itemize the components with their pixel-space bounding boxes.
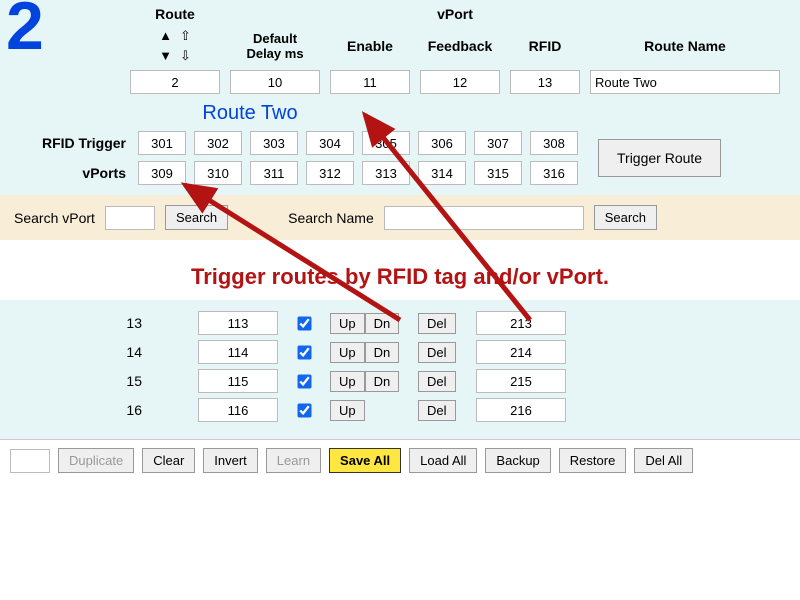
feedback-header: Feedback xyxy=(420,38,500,54)
trigger-route-button[interactable]: Trigger Route xyxy=(598,139,721,177)
route-arrows: ▲ ⇧ ▼ ⇩ xyxy=(130,28,220,64)
vport-0[interactable] xyxy=(138,161,186,185)
row-val-b[interactable] xyxy=(476,369,566,393)
rfid-trigger-6[interactable] xyxy=(474,131,522,155)
row-val-b[interactable] xyxy=(476,398,566,422)
save-all-button[interactable]: Save All xyxy=(329,448,401,473)
row-del-button[interactable]: Del xyxy=(418,371,456,392)
row-del-button[interactable]: Del xyxy=(418,400,456,421)
row-val-a[interactable] xyxy=(198,340,278,364)
rfid-trigger-1[interactable] xyxy=(194,131,242,155)
vport-6[interactable] xyxy=(474,161,522,185)
delay-field[interactable] xyxy=(230,70,320,94)
search-bar: Search vPort Search Search Name Search xyxy=(0,195,800,240)
row-checkbox[interactable] xyxy=(297,316,311,330)
header-row: Route vPort ▲ ⇧ ▼ ⇩ Default Delay ms Ena… xyxy=(130,6,790,64)
row-dn-button[interactable]: Dn xyxy=(365,313,400,334)
route-config-panel: 2 Route vPort ▲ ⇧ ▼ ⇩ Default Delay ms E… xyxy=(0,0,800,195)
move-down-outline-icon[interactable]: ⇩ xyxy=(180,48,191,64)
learn-button[interactable]: Learn xyxy=(266,448,321,473)
move-up-solid-icon[interactable]: ▲ xyxy=(159,28,172,44)
row-dn-button[interactable]: Dn xyxy=(365,371,400,392)
rfid-header: RFID xyxy=(510,38,580,54)
footer-bar: Duplicate Clear Invert Learn Save All Lo… xyxy=(0,439,800,481)
row-checkbox[interactable] xyxy=(297,345,311,359)
panel-number: 2 xyxy=(6,0,44,60)
table-row: 15 UpDn Del xyxy=(10,369,790,393)
vport-5[interactable] xyxy=(418,161,466,185)
route-values-row xyxy=(130,70,790,94)
route-header: Route xyxy=(130,6,220,22)
rfid-trigger-5[interactable] xyxy=(418,131,466,155)
vport-3[interactable] xyxy=(306,161,354,185)
search-name-label: Search Name xyxy=(288,210,374,226)
search-vport-input[interactable] xyxy=(105,206,155,230)
route-number-field[interactable] xyxy=(130,70,220,94)
vport-1[interactable] xyxy=(194,161,242,185)
row-del-button[interactable]: Del xyxy=(418,342,456,363)
annotation-caption: Trigger routes by RFID tag and/or vPort. xyxy=(0,240,800,300)
restore-button[interactable]: Restore xyxy=(559,448,627,473)
rfid-trigger-3[interactable] xyxy=(306,131,354,155)
route-name-field[interactable] xyxy=(590,70,780,94)
row-del-button[interactable]: Del xyxy=(418,313,456,334)
table-row: 13 UpDn Del xyxy=(10,311,790,335)
route-name-caption: Route Two xyxy=(130,102,370,125)
rfid-trigger-7[interactable] xyxy=(530,131,578,155)
row-up-button[interactable]: Up xyxy=(330,371,365,392)
rfid-trigger-0[interactable] xyxy=(138,131,186,155)
row-val-b[interactable] xyxy=(476,311,566,335)
rfid-trigger-label: RFID Trigger xyxy=(10,135,130,151)
enable-field[interactable] xyxy=(330,70,410,94)
row-val-a[interactable] xyxy=(198,311,278,335)
vport-2[interactable] xyxy=(250,161,298,185)
enable-header: Enable xyxy=(330,38,410,54)
search-name-button[interactable]: Search xyxy=(594,205,657,230)
row-number: 14 xyxy=(10,344,150,360)
clear-button[interactable]: Clear xyxy=(142,448,195,473)
table-row: 16 Up Del xyxy=(10,398,790,422)
row-up-button[interactable]: Up xyxy=(330,313,365,334)
table-row: 14 UpDn Del xyxy=(10,340,790,364)
rfid-trigger-2[interactable] xyxy=(250,131,298,155)
row-up-button[interactable]: Up xyxy=(330,400,365,421)
backup-button[interactable]: Backup xyxy=(485,448,550,473)
load-all-button[interactable]: Load All xyxy=(409,448,477,473)
rows-panel: 13UpDnDel14UpDnDel15UpDnDel16UpDel xyxy=(0,300,800,439)
vport-7[interactable] xyxy=(530,161,578,185)
move-up-outline-icon[interactable]: ⇧ xyxy=(180,28,191,44)
duplicate-button[interactable]: Duplicate xyxy=(58,448,134,473)
row-number: 13 xyxy=(10,315,150,331)
search-vport-button[interactable]: Search xyxy=(165,205,228,230)
search-vport-label: Search vPort xyxy=(14,210,95,226)
footer-input[interactable] xyxy=(10,449,50,473)
trigger-block: RFID Trigger Trigger Route vPorts xyxy=(10,131,790,185)
invert-button[interactable]: Invert xyxy=(203,448,258,473)
rfid-field[interactable] xyxy=(510,70,580,94)
routename-header: Route Name xyxy=(590,38,780,54)
search-name-input[interactable] xyxy=(384,206,584,230)
row-up-button[interactable]: Up xyxy=(330,342,365,363)
row-val-b[interactable] xyxy=(476,340,566,364)
vport-header: vPort xyxy=(330,6,580,22)
row-number: 16 xyxy=(10,402,150,418)
row-val-a[interactable] xyxy=(198,369,278,393)
row-checkbox[interactable] xyxy=(297,374,311,388)
row-number: 15 xyxy=(10,373,150,389)
move-down-solid-icon[interactable]: ▼ xyxy=(159,48,172,64)
row-checkbox[interactable] xyxy=(297,403,311,417)
row-val-a[interactable] xyxy=(198,398,278,422)
delay-header: Default Delay ms xyxy=(230,31,320,61)
feedback-field[interactable] xyxy=(420,70,500,94)
rfid-trigger-4[interactable] xyxy=(362,131,410,155)
del-all-button[interactable]: Del All xyxy=(634,448,693,473)
vport-4[interactable] xyxy=(362,161,410,185)
row-dn-button[interactable]: Dn xyxy=(365,342,400,363)
vports-label: vPorts xyxy=(10,165,130,181)
